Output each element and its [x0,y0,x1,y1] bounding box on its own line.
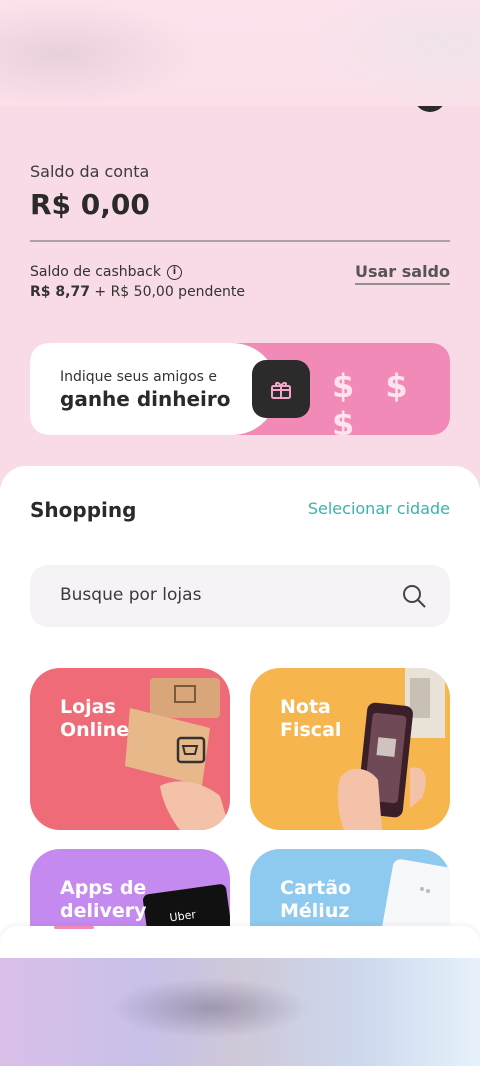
card-lojas-online[interactable]: Lojas Online [30,668,230,830]
account-balance-label: Saldo da conta [30,162,150,181]
boxes-illustration [125,678,230,830]
divider [30,240,450,242]
cashback-label-row: Saldo de cashback i [30,264,182,280]
cashback-values: R$ 8,77 + R$ 50,00 pendente [30,284,245,300]
gift-button[interactable] [252,360,310,418]
bottom-navigation[interactable] [0,926,480,960]
search-placeholder: Busque por lojas [60,585,202,605]
cashback-label: Saldo de cashback [30,264,161,280]
referral-line2: ganhe dinheiro [60,387,231,411]
bottom-area-blur [0,958,480,1066]
card-lojas-online-title: Lojas Online [60,696,130,741]
dollar-signs: $ $ $ [332,367,418,435]
info-icon[interactable]: i [166,264,182,280]
account-balance-value: R$ 0,00 [30,188,150,221]
nav-active-indicator [54,926,94,929]
card-nota-fiscal-title: Nota Fiscal [280,696,342,741]
use-balance-link[interactable]: Usar saldo [354,262,450,285]
referral-line1: Indique seus amigos e [60,369,218,385]
shopping-title: Shopping [30,498,137,522]
select-city-link[interactable]: Selecionar cidade [308,499,450,518]
avatar[interactable] [414,106,446,112]
search-icon[interactable] [400,582,428,610]
status-area-blur [0,0,480,108]
app-screen: Saldo da conta R$ 0,00 Saldo de cashback… [0,106,480,960]
referral-banner[interactable]: Indique seus amigos e ganhe dinheiro $ $… [30,343,450,435]
shopping-sheet: Shopping Selecionar cidade Busque por lo… [0,466,480,960]
gift-icon [271,382,291,399]
card-cartao-meliuz-title: Cartão Méliuz [280,877,352,922]
store-search-input[interactable]: Busque por lojas [30,565,450,627]
card-nota-fiscal[interactable]: Nota Fiscal [250,668,450,830]
cashback-value: R$ 8,77 [30,284,90,300]
cashback-pending: + R$ 50,00 pendente [94,284,246,300]
phone-illustration [337,668,445,830]
card-apps-delivery-title: Apps de delivery [60,877,147,922]
